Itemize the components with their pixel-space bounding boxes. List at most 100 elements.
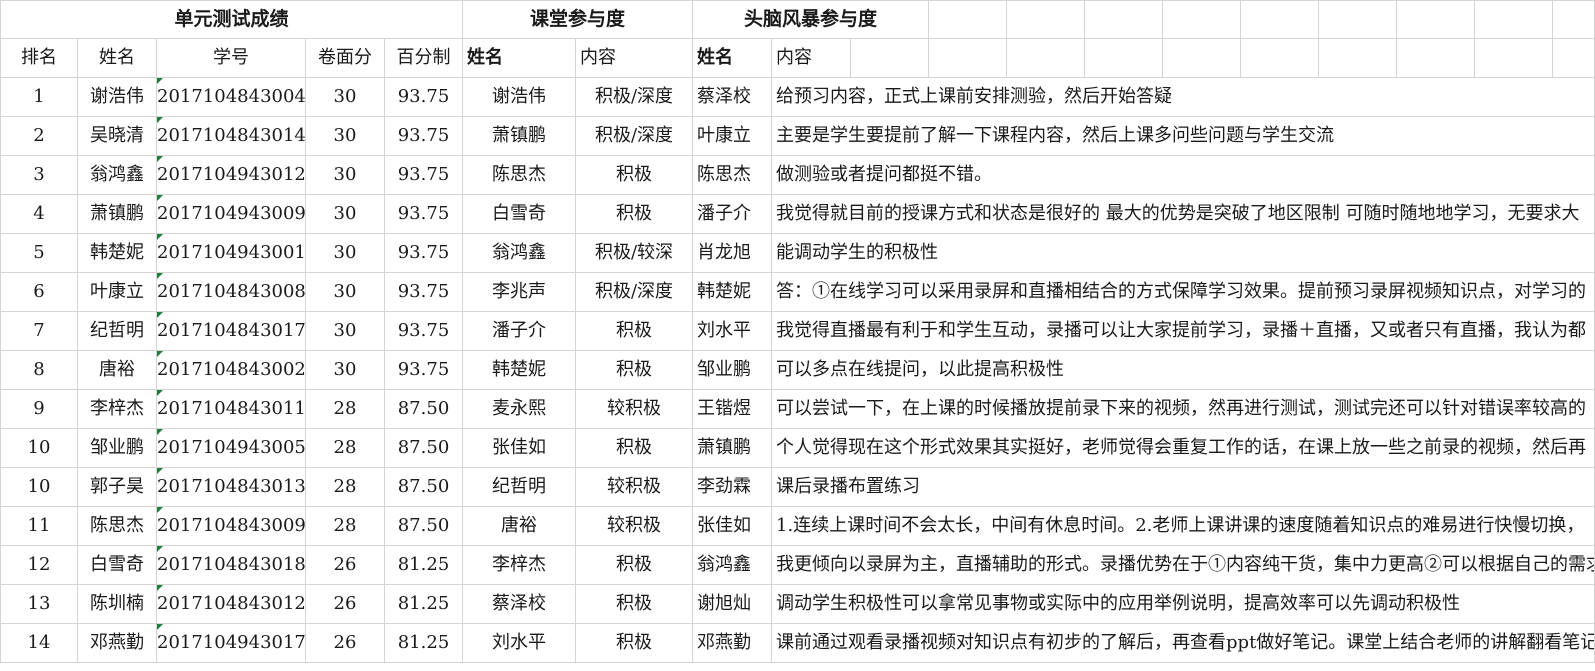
name-cell[interactable]: 吴晓清	[77, 116, 157, 156]
brainstorm-name-cell[interactable]: 翁鸿鑫	[692, 545, 773, 585]
student-id-cell[interactable]: 2017104943001	[156, 233, 306, 273]
name-cell[interactable]: 萧镇鹏	[77, 194, 157, 234]
group-header-participation[interactable]: 课堂参与度	[462, 0, 694, 39]
participation-name-cell[interactable]: 张佳如	[462, 428, 577, 468]
brainstorm-content-cell[interactable]: 能调动学生的积极性	[771, 233, 1595, 273]
participation-name-cell[interactable]: 陈思杰	[462, 155, 577, 195]
empty-cell[interactable]	[1396, 38, 1476, 78]
empty-cell[interactable]	[1552, 38, 1595, 78]
empty-cell[interactable]	[1240, 38, 1320, 78]
brainstorm-content-cell[interactable]: 我觉得直播最有利于和学生互动，录播可以让大家提前学习，录播＋直播，又或者只有直播…	[771, 311, 1595, 351]
percent-score-cell[interactable]: 93.75	[383, 350, 464, 390]
rank-cell[interactable]: 14	[0, 623, 78, 663]
percent-score-cell[interactable]: 93.75	[383, 155, 464, 195]
raw-score-cell[interactable]: 26	[305, 545, 385, 585]
participation-name-cell[interactable]: 谢浩伟	[462, 77, 577, 117]
raw-score-cell[interactable]: 30	[305, 272, 385, 312]
raw-score-cell[interactable]: 28	[305, 467, 385, 507]
participation-name-cell[interactable]: 白雪奇	[462, 194, 577, 234]
empty-cell[interactable]	[1318, 38, 1398, 78]
name-cell[interactable]: 谢浩伟	[77, 77, 157, 117]
col-header-id[interactable]: 学号	[156, 38, 306, 78]
participation-content-cell[interactable]: 较积极	[575, 389, 694, 429]
empty-cell[interactable]	[1006, 38, 1086, 78]
percent-score-cell[interactable]: 93.75	[383, 272, 464, 312]
student-id-cell[interactable]: 2017104843009	[156, 506, 306, 546]
participation-content-cell[interactable]: 积极	[575, 194, 694, 234]
brainstorm-name-cell[interactable]: 陈思杰	[692, 155, 773, 195]
brainstorm-name-cell[interactable]: 潘子介	[692, 194, 773, 234]
brainstorm-name-cell[interactable]: 叶康立	[692, 116, 773, 156]
brainstorm-content-cell[interactable]: 做测验或者提问都挺不错。	[771, 155, 1595, 195]
brainstorm-content-cell[interactable]: 主要是学生要提前了解一下课程内容，然后上课多问些问题与学生交流	[771, 116, 1595, 156]
empty-cell[interactable]	[1162, 38, 1242, 78]
participation-name-cell[interactable]: 李兆声	[462, 272, 577, 312]
rank-cell[interactable]: 5	[0, 233, 78, 273]
brainstorm-name-cell[interactable]: 张佳如	[692, 506, 773, 546]
student-id-cell[interactable]: 2017104943005	[156, 428, 306, 468]
percent-score-cell[interactable]: 87.50	[383, 467, 464, 507]
student-id-cell[interactable]: 2017104943017	[156, 623, 306, 663]
participation-content-cell[interactable]: 积极	[575, 428, 694, 468]
raw-score-cell[interactable]: 28	[305, 506, 385, 546]
rank-cell[interactable]: 10	[0, 428, 78, 468]
col-header-rank[interactable]: 排名	[0, 38, 78, 78]
percent-score-cell[interactable]: 81.25	[383, 623, 464, 663]
student-id-cell[interactable]: 2017104843013	[156, 467, 306, 507]
col-header-participation-content[interactable]: 内容	[575, 38, 694, 78]
empty-cell[interactable]	[1318, 0, 1398, 39]
col-header-percent[interactable]: 百分制	[383, 38, 464, 78]
participation-name-cell[interactable]: 翁鸿鑫	[462, 233, 577, 273]
name-cell[interactable]: 陈思杰	[77, 506, 157, 546]
student-id-cell[interactable]: 2017104843011	[156, 389, 306, 429]
percent-score-cell[interactable]: 87.50	[383, 428, 464, 468]
group-header-brainstorm[interactable]: 头脑风暴参与度	[692, 0, 930, 39]
student-id-cell[interactable]: 2017104943012	[156, 155, 306, 195]
name-cell[interactable]: 叶康立	[77, 272, 157, 312]
student-id-cell[interactable]: 2017104843002	[156, 350, 306, 390]
name-cell[interactable]: 陈圳楠	[77, 584, 157, 624]
participation-name-cell[interactable]: 李梓杰	[462, 545, 577, 585]
brainstorm-content-cell[interactable]: 我觉得就目前的授课方式和状态是很好的 最大的优势是突破了地区限制 可随时随地地学…	[771, 194, 1595, 234]
percent-score-cell[interactable]: 93.75	[383, 194, 464, 234]
participation-content-cell[interactable]: 较积极	[575, 467, 694, 507]
name-cell[interactable]: 翁鸿鑫	[77, 155, 157, 195]
raw-score-cell[interactable]: 26	[305, 584, 385, 624]
raw-score-cell[interactable]: 30	[305, 155, 385, 195]
percent-score-cell[interactable]: 81.25	[383, 584, 464, 624]
empty-cell[interactable]	[850, 38, 930, 78]
brainstorm-name-cell[interactable]: 邓燕勤	[692, 623, 773, 663]
percent-score-cell[interactable]: 87.50	[383, 389, 464, 429]
participation-content-cell[interactable]: 积极	[575, 311, 694, 351]
brainstorm-name-cell[interactable]: 刘水平	[692, 311, 773, 351]
col-header-brainstorm-content[interactable]: 内容	[771, 38, 852, 78]
name-cell[interactable]: 韩楚妮	[77, 233, 157, 273]
student-id-cell[interactable]: 2017104843014	[156, 116, 306, 156]
raw-score-cell[interactable]: 28	[305, 389, 385, 429]
brainstorm-content-cell[interactable]: 我更倾向以录屏为主，直播辅助的形式。录播优势在于①内容纯干货，集中力更高②可以根…	[771, 545, 1595, 585]
participation-name-cell[interactable]: 麦永熙	[462, 389, 577, 429]
raw-score-cell[interactable]: 28	[305, 428, 385, 468]
col-header-brainstorm-name[interactable]: 姓名	[692, 38, 773, 78]
name-cell[interactable]: 邹业鹏	[77, 428, 157, 468]
group-header-scores[interactable]: 单元测试成绩	[0, 0, 464, 39]
brainstorm-content-cell[interactable]: 调动学生积极性可以拿常见事物或实际中的应用举例说明，提高效率可以先调动积极性	[771, 584, 1595, 624]
brainstorm-content-cell[interactable]: 课后录播布置练习	[771, 467, 1595, 507]
student-id-cell[interactable]: 2017104943009	[156, 194, 306, 234]
brainstorm-content-cell[interactable]: 可以尝试一下，在上课的时候播放提前录下来的视频，然再进行测试，测试完还可以针对错…	[771, 389, 1595, 429]
col-header-participation-name[interactable]: 姓名	[462, 38, 577, 78]
percent-score-cell[interactable]: 93.75	[383, 77, 464, 117]
brainstorm-content-cell[interactable]: 1.连续上课时间不会太长，中间有休息时间。2.老师上课讲课的速度随着知识点的难易…	[771, 506, 1595, 546]
participation-content-cell[interactable]: 积极/深度	[575, 116, 694, 156]
raw-score-cell[interactable]: 30	[305, 350, 385, 390]
rank-cell[interactable]: 10	[0, 467, 78, 507]
participation-content-cell[interactable]: 积极/深度	[575, 272, 694, 312]
participation-content-cell[interactable]: 较积极	[575, 506, 694, 546]
brainstorm-content-cell[interactable]: 课前通过观看录播视频对知识点有初步的了解后，再查看ppt做好笔记。课堂上结合老师…	[771, 623, 1595, 663]
raw-score-cell[interactable]: 26	[305, 623, 385, 663]
percent-score-cell[interactable]: 87.50	[383, 506, 464, 546]
brainstorm-name-cell[interactable]: 李劲霖	[692, 467, 773, 507]
name-cell[interactable]: 纪哲明	[77, 311, 157, 351]
brainstorm-name-cell[interactable]: 蔡泽校	[692, 77, 773, 117]
brainstorm-name-cell[interactable]: 谢旭灿	[692, 584, 773, 624]
